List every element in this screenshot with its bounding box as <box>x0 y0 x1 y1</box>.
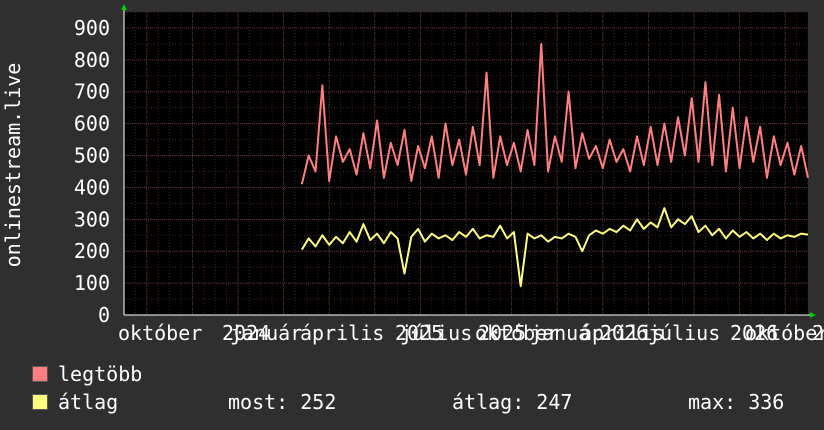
y-tick-label: 900 <box>74 16 110 40</box>
legend-label-avg: átlag <box>58 390 119 414</box>
y-axis-arrow <box>121 4 127 10</box>
y-tick-label: 600 <box>74 112 110 136</box>
y-tick-label: 200 <box>74 239 110 263</box>
y-axis-label: onlinestream.live <box>1 63 25 268</box>
y-tick-label: 400 <box>74 175 110 199</box>
stat-current: most: 252 <box>228 390 337 414</box>
legend-swatch-avg <box>32 394 48 410</box>
x-tick-label: 2026 <box>600 321 648 345</box>
x-tick-label: január <box>230 321 302 345</box>
y-tick-label: 0 <box>98 303 110 327</box>
x-tick-label: október <box>118 321 202 345</box>
y-tick-label: 300 <box>74 207 110 231</box>
x-tick-label: július <box>648 321 720 345</box>
y-tick-label: 700 <box>74 80 110 104</box>
x-ticks: október 2024januáráprilis 2025július októbe… <box>118 321 824 345</box>
legend-swatch-max <box>32 366 48 382</box>
x-axis-arrow <box>810 312 816 318</box>
y-ticks: 0 100 200 300 400 500 600 700 800 900 <box>74 16 110 327</box>
y-tick-label: 100 <box>74 271 110 295</box>
y-tick-label: 500 <box>74 144 110 168</box>
legend-label-max: legtöbb <box>58 362 143 386</box>
x-tick-label: 2025 <box>478 321 526 345</box>
y-tick-label: 800 <box>74 48 110 72</box>
stat-average: átlag: 247 <box>452 390 573 414</box>
x-tick-label: április <box>300 321 384 345</box>
x-tick-label: július <box>400 321 472 345</box>
x-tick-label: 2 <box>812 321 824 345</box>
stat-max: max: 336 <box>688 390 785 414</box>
